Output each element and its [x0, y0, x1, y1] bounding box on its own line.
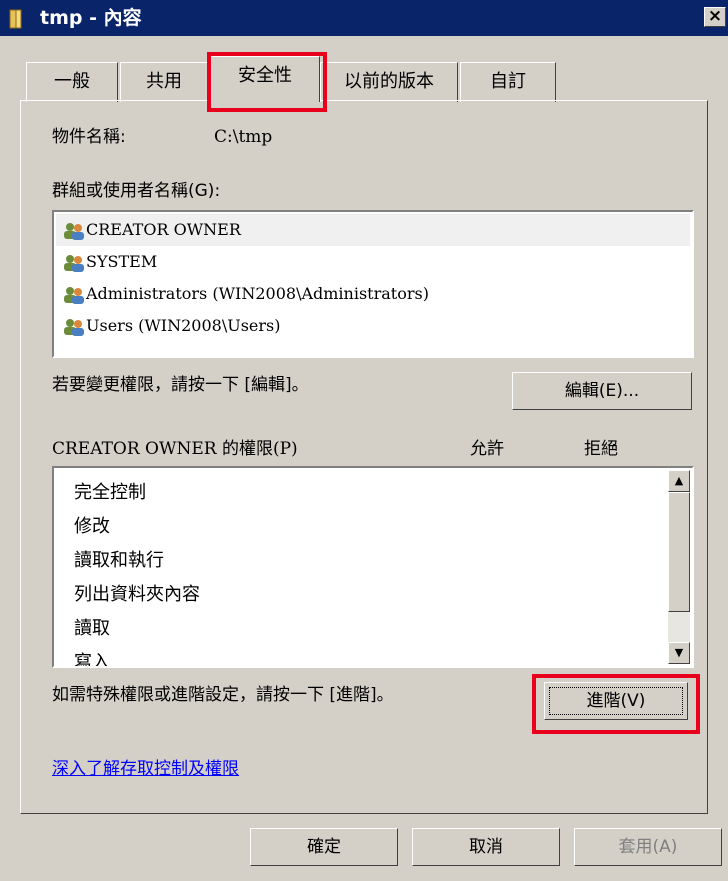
user-name: SYSTEM: [86, 252, 158, 271]
user-group-icon: [64, 319, 84, 336]
change-permission-hint: 若要變更權限，請按一下 [編輯]。: [52, 375, 309, 395]
object-name-label: 物件名稱:: [52, 127, 126, 147]
arrow-down-icon: ▼: [674, 646, 684, 659]
arrow-up-icon: ▲: [674, 474, 684, 487]
deny-column-header: 拒絕: [584, 439, 618, 459]
tab-previous-versions[interactable]: 以前的版本: [320, 62, 458, 102]
groups-label: 群組或使用者名稱(G):: [52, 181, 221, 201]
scroll-up-button[interactable]: ▲: [668, 470, 690, 492]
close-button[interactable]: ×: [704, 7, 726, 27]
advanced-highlight: [532, 674, 700, 734]
user-name: Administrators (WIN2008\Administrators): [86, 284, 429, 303]
apply-button[interactable]: 套用(A): [574, 828, 722, 866]
user-group-icon: [64, 255, 84, 272]
tab-customize[interactable]: 自訂: [460, 62, 556, 102]
permissions-list[interactable]: 完全控制 修改 讀取和執行 列出資料夾內容 讀取 寫入 ▲ ▼: [52, 466, 694, 668]
learn-more-link[interactable]: 深入了解存取控制及權限: [52, 758, 239, 780]
object-name-value: C:\tmp: [214, 127, 273, 147]
tab-general[interactable]: 一般: [26, 62, 118, 102]
advanced-hint: 如需特殊權限或進階設定，請按一下 [進階]。: [52, 685, 394, 705]
tab-sharing[interactable]: 共用: [120, 62, 208, 102]
user-group-icon: [64, 223, 84, 240]
permission-item: 完全控制: [74, 482, 146, 503]
title-bar: tmp - 內容 ×: [0, 0, 728, 36]
permission-item: 修改: [74, 516, 110, 537]
permission-item: 列出資料夾內容: [74, 584, 200, 605]
permissions-label: CREATOR OWNER 的權限(P): [52, 439, 298, 459]
ok-button[interactable]: 確定: [250, 828, 398, 866]
scroll-down-button[interactable]: ▼: [668, 642, 690, 664]
folder-icon: [9, 9, 22, 29]
window-title: tmp - 內容: [40, 7, 142, 29]
permissions-scrollbar[interactable]: ▲ ▼: [668, 470, 690, 664]
cancel-button[interactable]: 取消: [412, 828, 560, 866]
user-name: Users (WIN2008\Users): [86, 316, 281, 335]
list-item[interactable]: CREATOR OWNER: [56, 214, 690, 246]
edit-button[interactable]: 編輯(E)...: [512, 372, 692, 410]
scroll-thumb[interactable]: [668, 492, 690, 612]
group-user-list[interactable]: CREATOR OWNER SYSTEM Administrators (WIN…: [52, 210, 694, 358]
tab-highlight: [207, 52, 327, 112]
permission-item: 讀取和執行: [74, 550, 164, 571]
user-name: CREATOR OWNER: [86, 220, 241, 239]
permission-item: 讀取: [74, 618, 110, 639]
permission-item: 寫入: [74, 652, 110, 668]
list-item[interactable]: Users (WIN2008\Users): [56, 310, 690, 342]
list-item[interactable]: SYSTEM: [56, 246, 690, 278]
list-item[interactable]: Administrators (WIN2008\Administrators): [56, 278, 690, 310]
allow-column-header: 允許: [470, 439, 504, 459]
user-group-icon: [64, 287, 84, 304]
